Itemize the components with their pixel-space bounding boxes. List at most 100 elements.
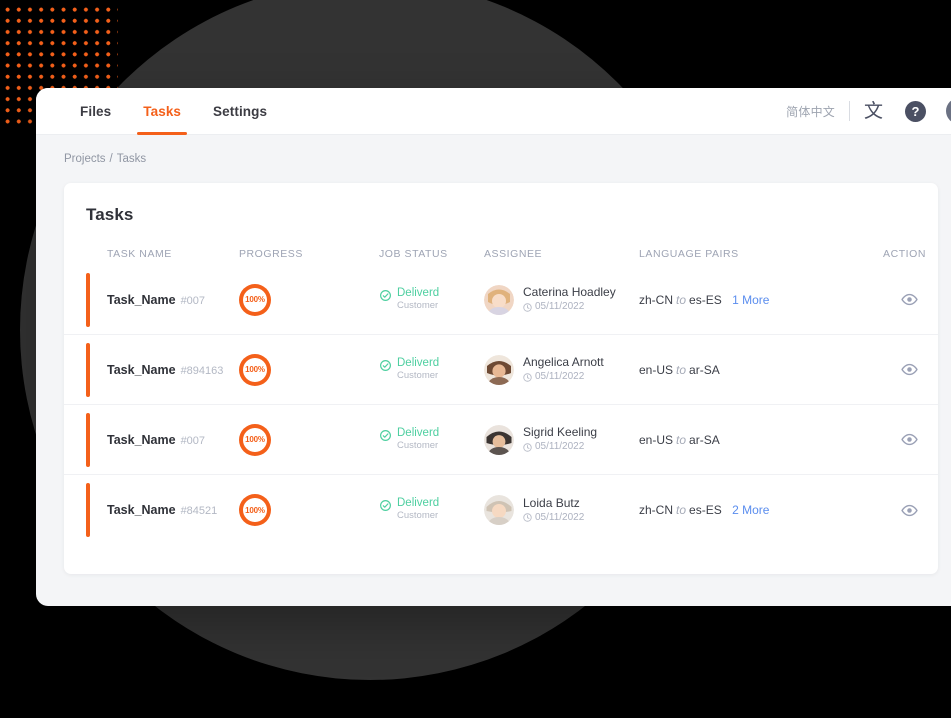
- task-name-cell: Task_Name #007: [64, 291, 239, 309]
- nav-tab-list: Files Tasks Settings: [64, 88, 283, 135]
- tab-tasks[interactable]: Tasks: [127, 88, 197, 135]
- progress-cell: 100%: [239, 494, 379, 526]
- check-circle-icon: [380, 359, 391, 371]
- progress-label: 100%: [245, 295, 265, 304]
- progress-label: 100%: [245, 505, 265, 515]
- language-pairs-cell: en-US to ar-SA: [639, 431, 854, 449]
- more-languages-link[interactable]: 1 More: [732, 293, 769, 307]
- column-header-language-pairs: LANGUAGE PAIRS: [639, 248, 739, 260]
- avatar: [484, 424, 514, 455]
- tab-files[interactable]: Files: [64, 88, 127, 135]
- progress-label: 100%: [245, 435, 265, 444]
- assignee-cell: Caterina Hoadley 05/11/2022: [484, 284, 639, 315]
- row-accent-bar: [86, 343, 90, 397]
- clock-icon: [523, 513, 532, 522]
- table-row[interactable]: Task_Name #84521 100% Deliverd Customer: [64, 475, 938, 545]
- job-status-sublabel: Customer: [397, 439, 439, 451]
- avatar: [484, 495, 514, 525]
- target-language: ar-SA: [689, 362, 720, 377]
- topbar-actions: 简体中文 文 ?: [786, 88, 951, 135]
- job-status-sublabel: Customer: [397, 299, 439, 311]
- eye-icon[interactable]: [901, 502, 918, 519]
- source-language: en-US: [639, 432, 674, 447]
- progress-cell: 100%: [239, 423, 379, 456]
- job-status-cell: Deliverd Customer: [379, 287, 484, 313]
- help-icon[interactable]: ?: [905, 100, 926, 122]
- table-row[interactable]: Task_Name #894163 100% Deliverd Customer: [64, 335, 938, 405]
- action-cell: [854, 361, 934, 378]
- assignee-cell: Loida Butz 05/11/2022: [484, 495, 639, 525]
- job-status-label: Deliverd: [397, 426, 440, 439]
- breadcrumb: Projects / Tasks: [36, 135, 951, 183]
- language-pairs-cell: zh-CN to es-ES 2 More: [639, 501, 854, 519]
- progress-label: 100%: [245, 365, 265, 374]
- row-accent-bar: [86, 413, 90, 467]
- language-to-label: to: [676, 362, 687, 377]
- action-cell: [854, 291, 934, 308]
- assignee-name: Loida Butz: [523, 495, 580, 510]
- source-language: zh-CN: [639, 503, 674, 517]
- assignee-date-label: 05/11/2022: [535, 511, 585, 523]
- source-language: en-US: [639, 362, 674, 377]
- breadcrumb-separator: /: [109, 153, 113, 165]
- translate-icon[interactable]: 文: [864, 102, 883, 121]
- task-name-label: Task_Name: [107, 503, 176, 517]
- table-row[interactable]: Task_Name #007 100% Deliverd Customer: [64, 265, 938, 335]
- assignee-date: 05/11/2022: [523, 511, 584, 525]
- job-status-cell: Deliverd Customer: [379, 497, 484, 523]
- assignee-date-label: 05/11/2022: [535, 441, 585, 452]
- column-header-progress: PROGRESS: [239, 248, 303, 260]
- eye-icon[interactable]: [901, 431, 918, 448]
- check-circle-icon: [380, 429, 391, 441]
- column-header-assignee: ASSIGNEE: [484, 248, 543, 260]
- breadcrumb-item-tasks[interactable]: Tasks: [117, 153, 146, 165]
- row-accent-bar: [86, 483, 90, 537]
- action-cell: [854, 502, 934, 519]
- job-status-cell: Deliverd Customer: [379, 357, 484, 383]
- language-to-label: to: [676, 432, 687, 447]
- tab-settings[interactable]: Settings: [197, 88, 283, 135]
- assignee-name: Sigrid Keeling: [523, 425, 598, 439]
- task-id-label: #894163: [180, 364, 224, 377]
- job-status-label: Deliverd: [397, 286, 440, 299]
- check-circle-icon: [380, 500, 391, 512]
- progress-ring: 100%: [239, 494, 271, 526]
- progress-ring: 100%: [239, 283, 271, 316]
- language-pairs-cell: en-US to ar-SA: [639, 361, 854, 379]
- task-name-label: Task_Name: [107, 362, 176, 377]
- task-id-label: #007: [180, 434, 206, 447]
- tab-tasks-label: Tasks: [143, 103, 182, 119]
- assignee-date: 05/11/2022: [523, 440, 597, 454]
- more-languages-link[interactable]: 2 More: [732, 503, 769, 517]
- assignee-cell: Angelica Arnott 05/11/2022: [484, 354, 639, 385]
- eye-icon[interactable]: [901, 291, 918, 308]
- assignee-name: Angelica Arnott: [523, 355, 604, 369]
- page-title: Tasks: [86, 205, 134, 224]
- task-id-label: #007: [180, 294, 206, 307]
- task-name-cell: Task_Name #84521: [64, 501, 239, 519]
- assignee-date-label: 05/11/2022: [535, 301, 585, 312]
- progress-cell: 100%: [239, 283, 379, 316]
- column-header-action: ACTION: [883, 248, 926, 260]
- breadcrumb-item-projects[interactable]: Projects: [64, 153, 106, 165]
- table-row[interactable]: Task_Name #007 100% Deliverd Customer: [64, 405, 938, 475]
- tasks-card: Tasks TASK NAME PROGRESS JOB STATUS ASSI…: [64, 183, 938, 574]
- language-selector[interactable]: 简体中文: [786, 103, 835, 120]
- screenshot-stage: Files Tasks Settings 简体中文 文 ? Projects /: [0, 0, 951, 718]
- tab-settings-label: Settings: [213, 103, 268, 119]
- job-status-cell: Deliverd Customer: [379, 427, 484, 453]
- job-status-label: Deliverd: [397, 497, 440, 510]
- app-window: Files Tasks Settings 简体中文 文 ? Projects /: [36, 88, 951, 606]
- progress-cell: 100%: [239, 353, 379, 386]
- source-language: zh-CN: [639, 292, 674, 307]
- language-to-label: to: [676, 503, 687, 517]
- topbar-divider: [848, 101, 850, 121]
- check-circle-icon: [380, 289, 391, 301]
- language-to-label: to: [676, 292, 687, 307]
- task-name-label: Task_Name: [107, 292, 176, 307]
- user-avatar-icon[interactable]: [946, 98, 951, 124]
- eye-icon[interactable]: [901, 361, 918, 378]
- task-name-cell: Task_Name #894163: [64, 361, 239, 379]
- task-name-cell: Task_Name #007: [64, 431, 239, 449]
- clock-icon: [523, 442, 532, 452]
